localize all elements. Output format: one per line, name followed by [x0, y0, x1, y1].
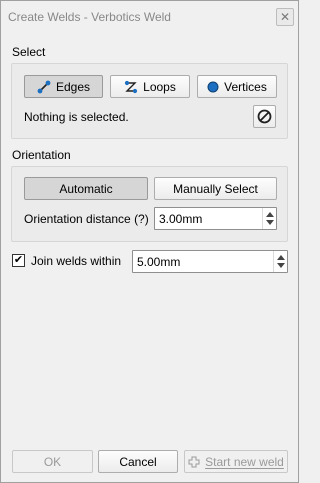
vertices-button[interactable]: Vertices [197, 75, 277, 98]
join-welds-value: 5.00mm [137, 255, 181, 269]
orientation-distance-spinbox[interactable]: 3.00mm [154, 207, 277, 230]
check-icon: ✔ [13, 254, 24, 266]
join-welds-label: Join welds within [31, 254, 122, 268]
clear-icon [257, 109, 272, 124]
vertices-label: Vertices [224, 79, 267, 94]
title-bar: Create Welds - Verbotics Weld ✕ [1, 1, 298, 31]
manually-select-label: Manually Select [173, 181, 258, 196]
orientation-distance-value: 3.00mm [159, 212, 203, 226]
start-new-weld-button[interactable]: Start new weld [184, 450, 288, 473]
ok-label: OK [43, 454, 62, 469]
manually-select-button[interactable]: Manually Select [154, 177, 277, 200]
spin-up-icon[interactable] [266, 212, 274, 217]
cancel-button[interactable]: Cancel [98, 450, 178, 473]
vertex-icon [207, 81, 219, 93]
automatic-button[interactable]: Automatic [24, 177, 148, 200]
start-new-weld-label: Start new weld [205, 454, 284, 469]
join-welds-spinbox[interactable]: 5.00mm [132, 250, 288, 273]
orientation-distance-label: Orientation distance (?) [24, 212, 149, 226]
edges-label: Edges [55, 79, 91, 94]
spin-down-icon[interactable] [277, 263, 285, 268]
spin-down-icon[interactable] [266, 220, 274, 225]
close-icon: ✕ [279, 10, 291, 24]
plus-icon [188, 456, 200, 468]
loops-label: Loops [143, 79, 176, 94]
close-button[interactable]: ✕ [276, 8, 294, 26]
selection-status: Nothing is selected. [24, 110, 129, 124]
clear-selection-button[interactable] [253, 105, 276, 128]
loop-icon [124, 80, 138, 94]
edges-button[interactable]: Edges [24, 75, 103, 98]
edge-icon [37, 80, 51, 94]
ok-button[interactable]: OK [12, 450, 93, 473]
orientation-heading: Orientation [12, 148, 71, 162]
cancel-label: Cancel [119, 454, 157, 469]
spin-arrows[interactable] [262, 208, 276, 229]
select-heading: Select [12, 45, 46, 59]
spin-arrows[interactable] [273, 251, 287, 272]
join-welds-checkbox[interactable]: ✔ [12, 254, 25, 267]
loops-button[interactable]: Loops [110, 75, 190, 98]
window-title: Create Welds - Verbotics Weld [8, 10, 171, 24]
create-welds-dialog: Create Welds - Verbotics Weld ✕ Select E… [0, 0, 299, 483]
spin-up-icon[interactable] [277, 255, 285, 260]
automatic-label: Automatic [59, 181, 113, 196]
